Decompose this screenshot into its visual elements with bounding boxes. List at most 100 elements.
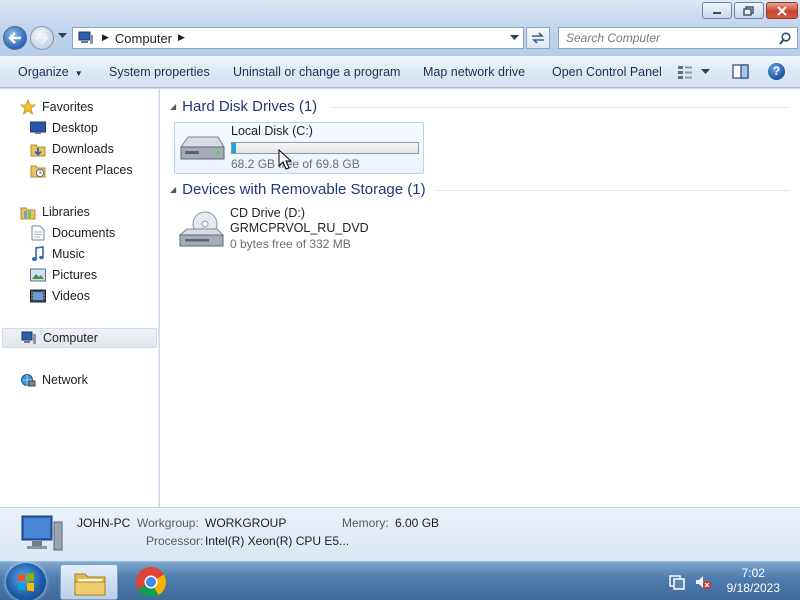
refresh-icon — [532, 32, 544, 44]
nav-pictures[interactable]: Pictures — [0, 265, 157, 285]
group-header-hard-disks[interactable]: ◢ Hard Disk Drives (1) — [170, 98, 317, 115]
computer-icon — [21, 330, 37, 346]
nav-libraries-label: Libraries — [42, 205, 90, 219]
recent-places-icon — [30, 162, 46, 178]
drive-d-free-space: 0 bytes free of 332 MB — [230, 237, 351, 251]
volume-muted-icon[interactable] — [694, 573, 712, 591]
nav-pictures-label: Pictures — [52, 268, 98, 282]
command-bar: Organize ▼ System properties Uninstall or… — [0, 56, 800, 88]
restore-icon — [743, 5, 754, 16]
folder-icon — [74, 573, 106, 596]
nav-videos-label: Videos — [52, 289, 90, 303]
start-button[interactable] — [6, 563, 46, 600]
nav-videos[interactable]: Videos — [0, 286, 157, 306]
group-divider — [330, 107, 790, 108]
forward-arrow-icon — [36, 32, 49, 44]
drive-tile-d[interactable]: CD Drive (D:) GRMCPRVOL_RU_DVD 0 bytes f… — [174, 205, 424, 257]
change-view-button[interactable] — [677, 65, 710, 79]
workgroup-value: WORKGROUP — [205, 516, 287, 530]
nav-network[interactable]: Network — [0, 370, 157, 390]
nav-network-label: Network — [42, 373, 88, 387]
desktop-icon — [30, 120, 46, 136]
nav-libraries[interactable]: Libraries — [0, 202, 157, 222]
chevron-down-icon — [701, 69, 710, 74]
breadcrumb-separator-icon[interactable]: ▶ — [102, 33, 109, 43]
group-divider — [436, 190, 790, 191]
group-header-removable[interactable]: ◢ Devices with Removable Storage (1) — [170, 181, 426, 198]
drive-c-name: Local Disk (C:) — [231, 124, 313, 138]
group-title-removable: Devices with Removable Storage (1) — [182, 181, 426, 198]
close-icon — [777, 5, 787, 16]
libraries-icon — [20, 204, 36, 220]
workgroup-label: Workgroup: — [137, 516, 199, 530]
nav-documents-label: Documents — [52, 226, 116, 240]
search-input[interactable] — [559, 28, 769, 48]
computer-icon — [21, 515, 63, 551]
nav-downloads[interactable]: Downloads — [0, 139, 157, 159]
minimize-icon — [713, 11, 721, 14]
nav-desktop[interactable]: Desktop — [0, 118, 157, 138]
computer-name: JOHN-PC — [77, 516, 131, 530]
search-icon[interactable] — [779, 32, 792, 45]
forward-button[interactable] — [30, 26, 54, 50]
drive-c-capacity-bar — [231, 142, 419, 154]
taskbar-explorer[interactable] — [60, 564, 118, 600]
minimize-button[interactable] — [702, 2, 732, 19]
processor-label: Processor: — [146, 534, 204, 548]
memory-value: 6.00 GB — [395, 516, 440, 530]
view-options-icon — [678, 66, 692, 79]
hard-drive-icon — [180, 136, 225, 160]
map-network-drive-button[interactable]: Map network drive — [423, 65, 525, 79]
organize-label: Organize — [18, 65, 69, 79]
drive-tile-c[interactable]: Local Disk (C:) 68.2 GB free of 69.8 GB — [174, 122, 424, 174]
system-properties-button[interactable]: System properties — [109, 65, 210, 79]
restore-button[interactable] — [734, 2, 764, 19]
nav-computer-label: Computer — [43, 331, 98, 345]
star-icon — [20, 99, 36, 115]
back-button[interactable] — [3, 26, 27, 50]
chevron-down-icon: ▼ — [74, 69, 83, 78]
nav-downloads-label: Downloads — [52, 142, 114, 156]
uninstall-program-button[interactable]: Uninstall or change a program — [233, 65, 400, 79]
refresh-button[interactable] — [526, 27, 550, 49]
organize-button[interactable]: Organize ▼ — [18, 65, 83, 79]
drive-d-label: GRMCPRVOL_RU_DVD — [230, 221, 369, 235]
network-icon — [20, 372, 36, 388]
nav-music-label: Music — [52, 247, 85, 261]
nav-favorites[interactable]: Favorites — [0, 97, 157, 117]
group-title-hard-disks: Hard Disk Drives (1) — [182, 98, 318, 115]
recent-pages-dropdown-icon[interactable] — [58, 33, 67, 39]
breadcrumb-computer[interactable]: Computer — [115, 31, 172, 46]
drive-c-free-space: 68.2 GB free of 69.8 GB — [231, 157, 360, 171]
navigation-pane: Favorites Desktop Downloads Recent Place… — [0, 89, 159, 507]
taskbar: 7:02 9/18/2023 — [0, 561, 800, 600]
nav-documents[interactable]: Documents — [0, 223, 157, 243]
details-pane: JOHN-PC Workgroup: WORKGROUP Memory: 6.0… — [0, 507, 800, 561]
music-note-icon — [30, 246, 46, 262]
search-box — [558, 27, 798, 49]
clock-time: 7:02 — [741, 566, 765, 580]
address-dropdown-icon[interactable] — [510, 35, 519, 41]
mouse-pointer-icon — [278, 149, 293, 170]
drive-d-name: CD Drive (D:) — [230, 206, 305, 220]
clock-date: 9/18/2023 — [726, 581, 780, 595]
downloads-folder-icon — [30, 141, 46, 157]
nav-computer[interactable]: Computer — [2, 328, 157, 348]
preview-pane-icon[interactable] — [732, 64, 749, 79]
clock[interactable]: 7:02 9/18/2023 — [727, 566, 780, 596]
nav-recent-places-label: Recent Places — [52, 163, 133, 177]
pictures-icon — [30, 267, 46, 283]
processor-value: Intel(R) Xeon(R) CPU E5... — [205, 534, 350, 548]
windows-logo-icon — [18, 572, 34, 592]
action-center-icon[interactable] — [668, 573, 686, 591]
window-controls — [702, 2, 798, 19]
help-icon[interactable]: ? — [768, 63, 785, 80]
videos-icon — [30, 288, 46, 304]
nav-music[interactable]: Music — [0, 244, 157, 264]
close-button[interactable] — [766, 2, 798, 19]
address-bar[interactable]: ▶ Computer ▶ — [72, 27, 524, 49]
breadcrumb-separator-icon[interactable]: ▶ — [178, 33, 185, 43]
open-control-panel-button[interactable]: Open Control Panel — [552, 65, 662, 79]
nav-recent-places[interactable]: Recent Places — [0, 160, 157, 180]
taskbar-chrome[interactable] — [122, 564, 180, 600]
